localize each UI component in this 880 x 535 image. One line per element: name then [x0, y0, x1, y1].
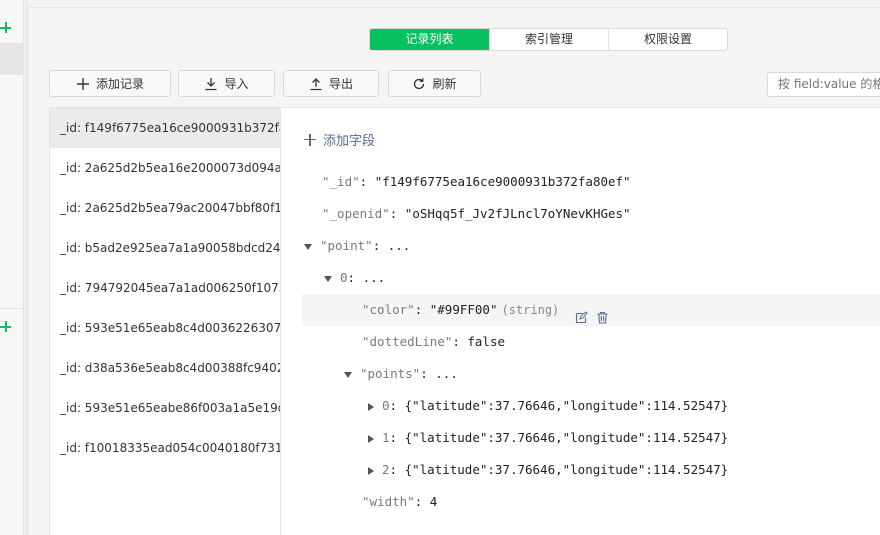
list-item[interactable]: _id: 593e51e65eabe86f003a1a5e19d3c7a0: [50, 388, 280, 428]
field-key: 0: [382, 398, 390, 413]
field-key: "point": [320, 238, 373, 253]
field-key: 0: [340, 270, 348, 285]
record-list: _id: f149f6775ea16ce9000931b372fa80ef _i…: [50, 108, 281, 535]
tab-index-management[interactable]: 索引管理: [489, 29, 608, 50]
field-value[interactable]: "oSHqq5f_Jv2fJLncl7oYNevKHGes": [405, 206, 631, 221]
field-key: "_openid": [322, 206, 390, 221]
upload-icon: [309, 77, 323, 91]
add-collection-icon[interactable]: [0, 21, 14, 35]
field-points-2: 2: {"latitude":37.76646,"longitude":114.…: [368, 454, 728, 486]
field-ellipsis: ...: [362, 270, 386, 285]
field-key: 1: [382, 430, 390, 445]
field-id: "_id": "f149f6775ea16ce9000931b372fa80ef…: [322, 174, 631, 189]
collapse-arrow-icon[interactable]: [304, 243, 312, 250]
tab-permission-settings[interactable]: 权限设置: [608, 29, 727, 50]
list-item[interactable]: _id: f10018335ead054c0040180f731e2b9c: [50, 428, 280, 468]
list-item[interactable]: _id: 2a625d2b5ea16e2000073d094a3f0e12: [50, 148, 280, 188]
selected-collection[interactable]: [0, 43, 24, 75]
field-value[interactable]: {"latitude":37.76646,"longitude":114.525…: [405, 398, 729, 413]
add-field-button[interactable]: 添加字段: [304, 130, 375, 149]
collection-sidebar: [0, 0, 24, 535]
collapse-arrow-icon[interactable]: [344, 371, 352, 378]
field-key: "dottedLine": [362, 334, 453, 349]
field-value[interactable]: "#99FF00": [430, 302, 498, 317]
field-key: "color": [362, 302, 415, 317]
sidebar-divider: [0, 308, 24, 309]
field-dottedline: "dottedLine": false: [362, 334, 506, 349]
tab-record-list[interactable]: 记录列表: [370, 29, 489, 50]
field-width: "width": 4: [362, 494, 438, 509]
edit-icon[interactable]: [575, 304, 588, 324]
add-record-label: 添加记录: [95, 77, 144, 91]
record-detail: 添加字段 "_id": "f149f6775ea16ce9000931b372f…: [282, 108, 880, 535]
list-item[interactable]: _id: 593e51e65eab8c4d0036226307c5a8b1: [50, 308, 280, 348]
field-type: (string): [501, 303, 560, 317]
list-item[interactable]: _id: 794792045ea7a1ad006250f1073b9c1e: [50, 268, 280, 308]
search-input[interactable]: [778, 77, 880, 91]
field-openid: "_openid": "oSHqq5f_Jv2fJLncl7oYNevKHGes…: [322, 206, 631, 221]
list-item[interactable]: _id: b5ad2e925ea7a1a90058bdcd24e0f1a2: [50, 228, 280, 268]
field-color: "color": "#99FF00" (string): [302, 294, 880, 326]
field-points-1: 1: {"latitude":37.76646,"longitude":114.…: [368, 422, 728, 454]
field-key: "width": [362, 494, 415, 509]
field-points: "points": ...: [344, 358, 458, 390]
content-panel: _id: f149f6775ea16ce9000931b372fa80ef _i…: [49, 107, 880, 535]
expand-arrow-icon[interactable]: [368, 402, 374, 411]
refresh-icon: [412, 77, 426, 91]
export-label: 导出: [328, 77, 353, 91]
field-key: 2: [382, 462, 390, 477]
export-button[interactable]: 导出: [283, 70, 379, 97]
top-divider: [29, 7, 880, 8]
list-item[interactable]: _id: f149f6775ea16ce9000931b372fa80ef: [50, 108, 280, 148]
field-value[interactable]: 4: [430, 494, 438, 509]
refresh-label: 刷新: [432, 77, 457, 91]
plus-icon: [304, 133, 316, 146]
field-value[interactable]: {"latitude":37.76646,"longitude":114.525…: [405, 430, 729, 445]
field-value[interactable]: {"latitude":37.76646,"longitude":114.525…: [405, 462, 729, 477]
expand-arrow-icon[interactable]: [368, 466, 374, 475]
field-key: "_id": [322, 174, 360, 189]
field-key: "points": [360, 366, 421, 381]
list-item[interactable]: _id: 2a625d2b5ea79ac20047bbf80f1b2c3d: [50, 188, 280, 228]
refresh-button[interactable]: 刷新: [388, 70, 481, 97]
field-ellipsis: ...: [387, 238, 411, 253]
plus-icon: [76, 77, 90, 91]
import-label: 导入: [224, 77, 249, 91]
add-field-label: 添加字段: [323, 134, 376, 149]
list-item[interactable]: _id: d38a536e5eab8c4d00388fc9402d1e6f: [50, 348, 280, 388]
field-point-0: 0: ...: [324, 262, 385, 294]
expand-arrow-icon[interactable]: [368, 434, 374, 443]
field-ellipsis: ...: [435, 366, 458, 381]
collapse-arrow-icon[interactable]: [324, 275, 332, 282]
field-point: "point": ...: [304, 230, 410, 262]
add-record-button[interactable]: 添加记录: [49, 70, 171, 97]
delete-icon[interactable]: [596, 304, 609, 324]
tab-bar: 记录列表 索引管理 权限设置: [369, 28, 728, 51]
search-box[interactable]: [767, 72, 880, 97]
import-button[interactable]: 导入: [178, 70, 275, 97]
add-item-icon[interactable]: [0, 320, 14, 334]
download-icon: [204, 77, 218, 91]
field-points-0: 0: {"latitude":37.76646,"longitude":114.…: [368, 390, 728, 422]
field-value[interactable]: "f149f6775ea16ce9000931b372fa80ef": [375, 174, 631, 189]
field-value[interactable]: false: [467, 334, 505, 349]
main-area: 记录列表 索引管理 权限设置 添加记录 导入 导出 刷新 _id: f149f6…: [29, 0, 880, 535]
